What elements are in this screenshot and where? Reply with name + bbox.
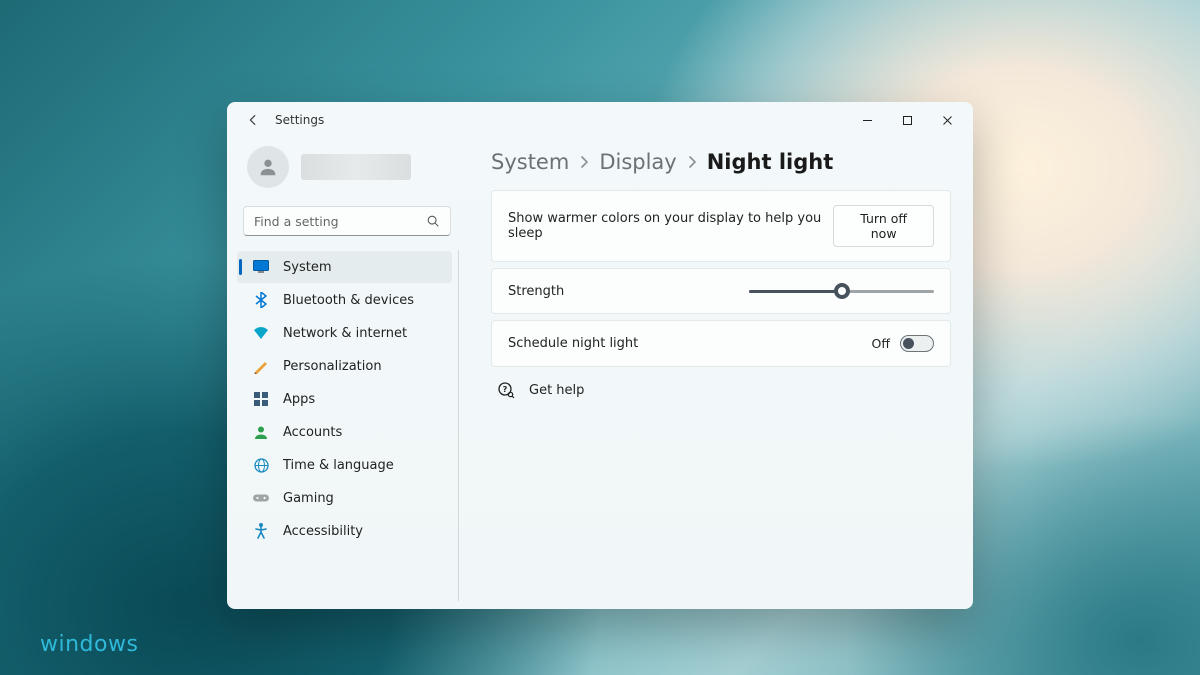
- sidebar-item-personalization[interactable]: Personalization: [237, 350, 452, 382]
- breadcrumb-system[interactable]: System: [491, 150, 569, 174]
- avatar: [247, 146, 289, 188]
- sidebar: System Bluetooth & devices Network & int…: [227, 138, 467, 609]
- sidebar-item-accounts[interactable]: Accounts: [237, 416, 452, 448]
- gaming-icon: [253, 490, 269, 506]
- sidebar-item-bluetooth[interactable]: Bluetooth & devices: [237, 284, 452, 316]
- strength-label: Strength: [508, 284, 564, 299]
- sidebar-item-label: Accounts: [283, 425, 342, 440]
- maximize-button[interactable]: [887, 105, 927, 135]
- back-button[interactable]: [245, 112, 261, 128]
- help-row[interactable]: ? Get help: [491, 381, 951, 399]
- help-icon: ?: [497, 381, 515, 399]
- sidebar-item-label: System: [283, 260, 331, 275]
- schedule-toggle[interactable]: [900, 335, 934, 352]
- account-block[interactable]: [235, 138, 459, 202]
- schedule-label: Schedule night light: [508, 336, 638, 351]
- schedule-card: Schedule night light Off: [491, 320, 951, 367]
- night-light-description: Show warmer colors on your display to he…: [508, 211, 833, 241]
- search-box[interactable]: [243, 206, 451, 236]
- titlebar: Settings: [227, 102, 973, 138]
- sidebar-item-label: Time & language: [283, 458, 394, 473]
- schedule-state-label: Off: [872, 336, 890, 351]
- chevron-right-icon: [579, 155, 589, 169]
- slider-thumb[interactable]: [834, 283, 850, 299]
- breadcrumb-current: Night light: [707, 150, 834, 174]
- sidebar-item-label: Personalization: [283, 359, 382, 374]
- watermark: windows: [40, 632, 138, 657]
- window-title: Settings: [275, 113, 324, 127]
- search-input[interactable]: [254, 214, 426, 229]
- sidebar-item-time-language[interactable]: Time & language: [237, 449, 452, 481]
- sidebar-item-label: Accessibility: [283, 524, 363, 539]
- main-content: System Display Night light Show warmer c…: [467, 138, 973, 609]
- sidebar-item-accessibility[interactable]: Accessibility: [237, 515, 452, 547]
- account-name-placeholder: [301, 154, 411, 180]
- apps-icon: [253, 391, 269, 407]
- nav-list: System Bluetooth & devices Network & int…: [235, 250, 459, 601]
- chevron-right-icon: [687, 155, 697, 169]
- toggle-knob: [903, 338, 914, 349]
- personalization-icon: [253, 358, 269, 374]
- help-label[interactable]: Get help: [529, 383, 584, 398]
- bluetooth-icon: [253, 292, 269, 308]
- breadcrumb-display[interactable]: Display: [599, 150, 676, 174]
- minimize-button[interactable]: [847, 105, 887, 135]
- sidebar-item-network[interactable]: Network & internet: [237, 317, 452, 349]
- sidebar-item-label: Apps: [283, 392, 315, 407]
- settings-window: Settings: [227, 102, 973, 609]
- system-icon: [253, 259, 269, 275]
- svg-text:?: ?: [503, 385, 508, 394]
- sidebar-item-label: Gaming: [283, 491, 334, 506]
- turn-off-button[interactable]: Turn off now: [833, 205, 934, 247]
- network-icon: [253, 325, 269, 341]
- breadcrumb: System Display Night light: [491, 150, 951, 174]
- close-button[interactable]: [927, 105, 967, 135]
- strength-slider[interactable]: [749, 283, 934, 299]
- night-light-description-card: Show warmer colors on your display to he…: [491, 190, 951, 262]
- search-icon: [426, 214, 440, 228]
- sidebar-item-label: Network & internet: [283, 326, 407, 341]
- strength-card: Strength: [491, 268, 951, 314]
- sidebar-item-system[interactable]: System: [237, 251, 452, 283]
- sidebar-item-label: Bluetooth & devices: [283, 293, 414, 308]
- sidebar-item-gaming[interactable]: Gaming: [237, 482, 452, 514]
- time-language-icon: [253, 457, 269, 473]
- accounts-icon: [253, 424, 269, 440]
- sidebar-item-apps[interactable]: Apps: [237, 383, 452, 415]
- slider-fill: [749, 290, 841, 293]
- desktop-background: Settings: [0, 0, 1200, 675]
- accessibility-icon: [253, 523, 269, 539]
